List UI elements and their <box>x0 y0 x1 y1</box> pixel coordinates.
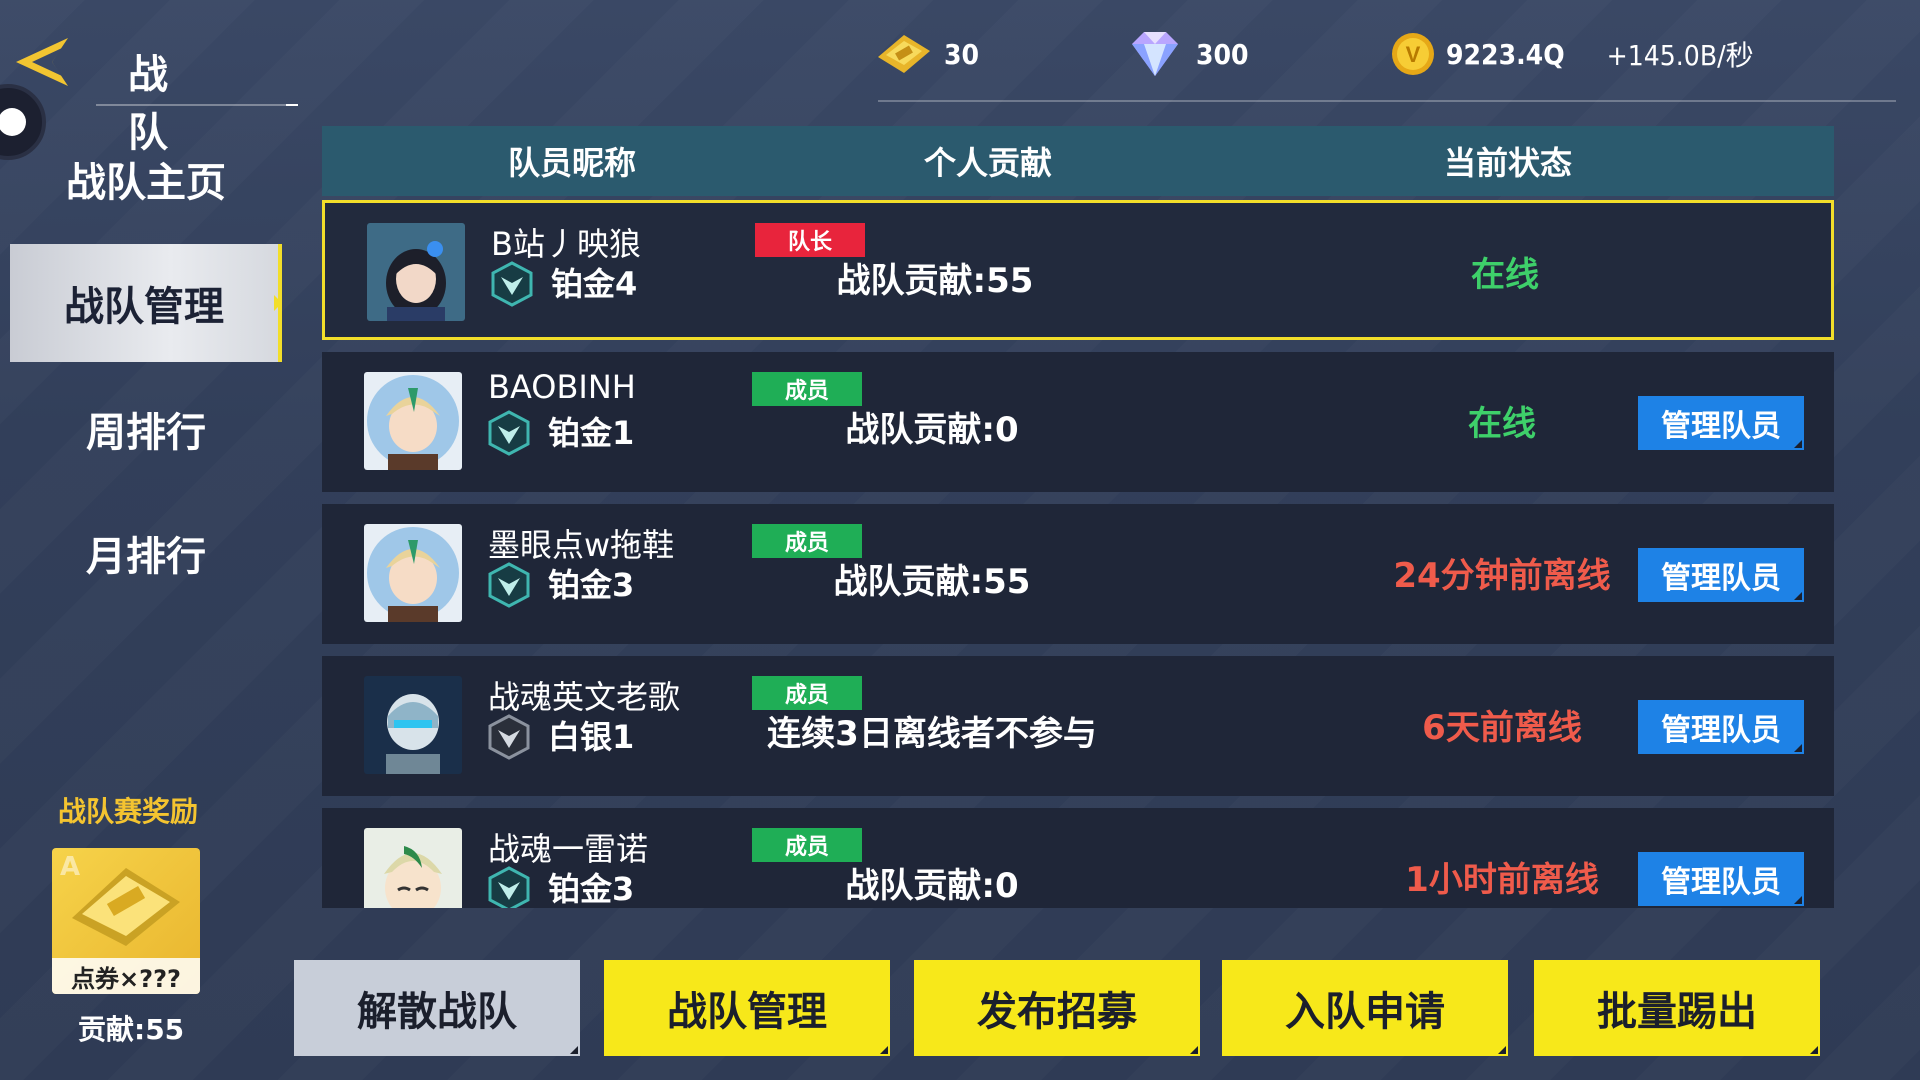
diamond-icon <box>1132 32 1178 76</box>
role-badge: 成员 <box>752 372 862 406</box>
sidebar-item-label: 战队管理 <box>64 284 224 330</box>
platinum-rank-icon <box>488 410 530 456</box>
reward-card[interactable]: A 点券×??? <box>52 848 200 994</box>
member-status: 6天前离线 <box>1422 708 1582 748</box>
join-requests-button[interactable]: 入队申请 <box>1222 960 1508 1056</box>
button-label: 战队管理 <box>667 989 827 1035</box>
role-badge: 成员 <box>752 828 862 862</box>
button-label: 批量踢出 <box>1597 989 1757 1035</box>
reward-contribution: 贡献:55 <box>78 1013 185 1046</box>
post-recruitment-button[interactable]: 发布招募 <box>914 960 1200 1056</box>
platinum-rank-icon <box>491 261 533 307</box>
reward-title: 战队赛奖励 <box>58 795 199 828</box>
table-row[interactable]: B站丿映狼 铂金4 队长 战队贡献:55 在线 <box>322 200 1834 340</box>
member-status: 在线 <box>1471 255 1539 295</box>
ticket-count: 30 <box>944 37 980 71</box>
ticket-icon <box>878 35 930 73</box>
diamond-count: 300 <box>1196 37 1249 71</box>
sidebar-item-label: 月排行 <box>86 534 206 580</box>
currency-gold: V 9223.4Q +145.0B/秒 <box>1390 28 1754 80</box>
svg-text:V: V <box>1406 42 1421 67</box>
column-header-contribution: 个人贡献 <box>924 144 1053 182</box>
member-contribution: 战队贡献:55 <box>836 261 1034 301</box>
platinum-rank-icon <box>488 562 530 608</box>
member-status: 在线 <box>1468 404 1536 444</box>
currency-diamond: 300 <box>1124 28 1249 80</box>
sidebar-item-monthly-rank[interactable]: 月排行 <box>10 494 282 612</box>
table-row[interactable]: 墨眼点w拖鞋 铂金3 成员 战队贡献:55 24分钟前离线 管理队员 <box>322 504 1834 644</box>
sidebar-item-label: 战队主页 <box>66 160 226 206</box>
team-manage-button[interactable]: 战队管理 <box>604 960 890 1056</box>
sidebar-item-manage[interactable]: 战队管理 <box>10 244 282 362</box>
button-label: 解散战队 <box>357 989 517 1035</box>
manage-member-button[interactable]: 管理队员 <box>1638 852 1804 906</box>
manage-member-button[interactable]: 管理队员 <box>1638 548 1804 602</box>
member-rank: 白银1 <box>548 718 635 756</box>
member-rank: 铂金4 <box>551 265 638 303</box>
sidebar-item-label: 周排行 <box>86 410 206 456</box>
gold-count: 9223.4Q <box>1446 37 1565 71</box>
platinum-rank-icon <box>488 866 530 908</box>
avatar <box>367 223 465 321</box>
avatar <box>364 676 462 774</box>
table-header: 队员昵称 个人贡献 当前状态 <box>322 126 1834 196</box>
sidebar-item-weekly-rank[interactable]: 周排行 <box>10 370 282 488</box>
role-badge: 成员 <box>752 676 862 710</box>
disband-team-button[interactable]: 解散战队 <box>294 960 580 1056</box>
member-list[interactable]: B站丿映狼 铂金4 队长 战队贡献:55 在线 BAOBINH 铂金1 成员 战… <box>322 200 1834 908</box>
member-rank: 铂金1 <box>548 414 635 452</box>
sidebar-item-home[interactable]: 战队主页 <box>10 120 282 238</box>
role-badge: 成员 <box>752 524 862 558</box>
column-header-nickname: 队员昵称 <box>508 144 637 182</box>
table-row[interactable]: 战魂一雷诺 铂金3 成员 战队贡献:0 1小时前离线 管理队员 <box>322 808 1834 908</box>
page-title-wrap: 战 队 <box>96 36 298 156</box>
avatar <box>364 524 462 622</box>
manage-member-button[interactable]: 管理队员 <box>1638 396 1804 450</box>
back-arrow-icon[interactable] <box>12 34 74 90</box>
silver-rank-icon <box>488 714 530 760</box>
member-contribution: 战队贡献:0 <box>845 410 1019 450</box>
avatar <box>364 828 462 908</box>
avatar <box>364 372 462 470</box>
button-label: 发布招募 <box>977 989 1137 1035</box>
role-badge: 队长 <box>755 223 865 257</box>
currency-ticket: 30 <box>874 28 979 80</box>
batch-kick-button[interactable]: 批量踢出 <box>1534 960 1820 1056</box>
reward-card-label: 点券×??? <box>52 958 200 994</box>
member-rank: 铂金3 <box>548 566 635 604</box>
title-underline <box>96 104 298 106</box>
table-row[interactable]: 战魂英文老歌 白银1 成员 连续3日离线者不参与 6天前离线 管理队员 <box>322 656 1834 796</box>
member-status: 1小时前离线 <box>1405 860 1599 900</box>
member-rank: 铂金3 <box>548 870 635 908</box>
ticket-icon <box>72 868 180 946</box>
table-row[interactable]: BAOBINH 铂金1 成员 战队贡献:0 在线 管理队员 <box>322 352 1834 492</box>
member-status: 24分钟前离线 <box>1393 556 1611 596</box>
member-contribution: 连续3日离线者不参与 <box>767 714 1097 754</box>
member-contribution: 战队贡献:0 <box>845 866 1019 906</box>
manage-member-button[interactable]: 管理队员 <box>1638 700 1804 754</box>
gold-coin-icon: V <box>1392 33 1434 75</box>
member-contribution: 战队贡献:55 <box>833 562 1031 602</box>
member-name: BAOBINH <box>488 368 636 406</box>
button-label: 入队申请 <box>1285 989 1445 1035</box>
column-header-status: 当前状态 <box>1444 144 1573 182</box>
income-rate: +145.0B/秒 <box>1606 39 1754 72</box>
header-divider <box>878 100 1896 102</box>
